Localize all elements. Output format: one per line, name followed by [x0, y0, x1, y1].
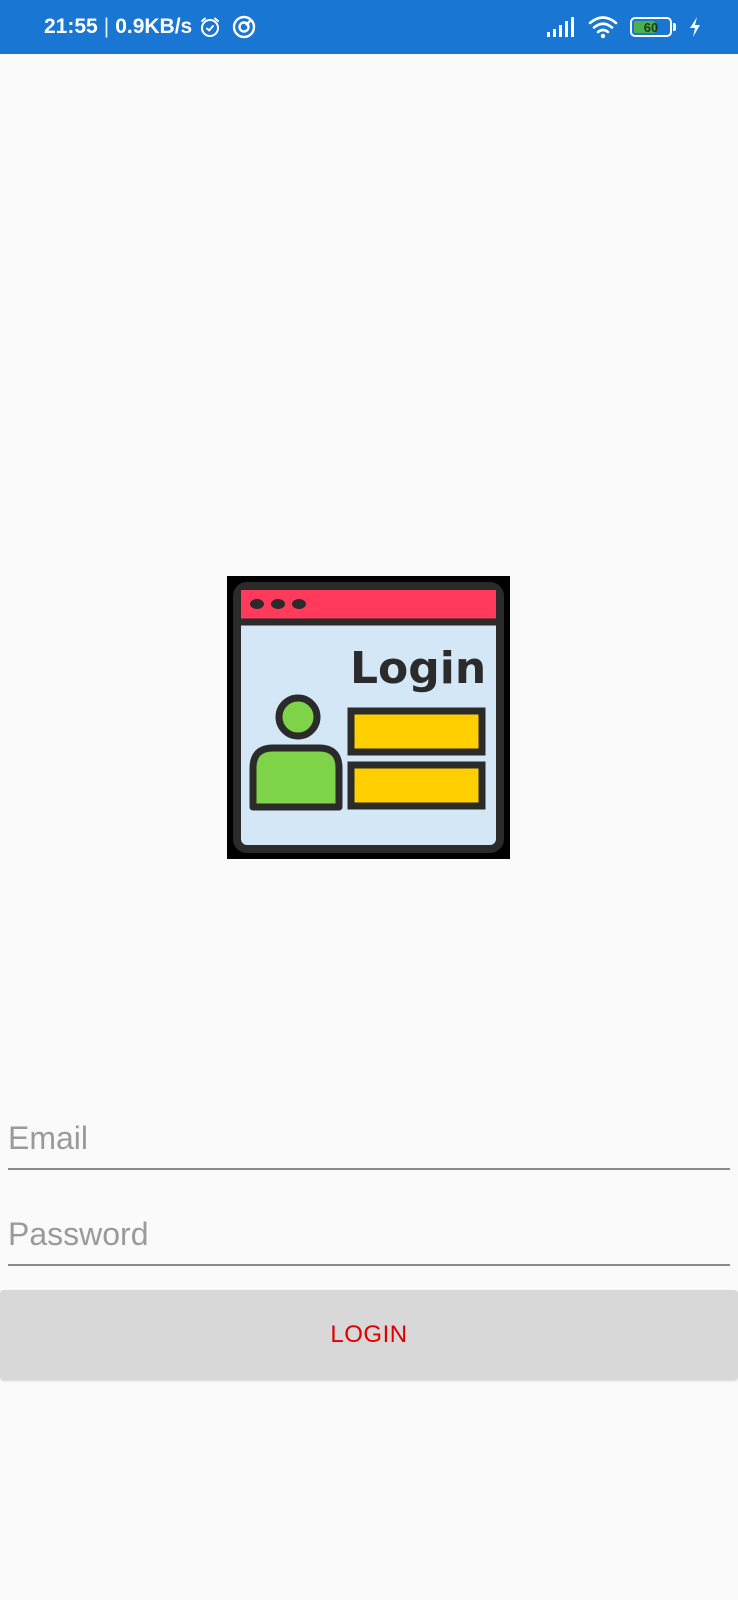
status-net-speed: 0.9KB/s [115, 15, 193, 38]
status-left: 21:55 | 0.9KB/s [44, 0, 256, 54]
status-bar: 21:55 | 0.9KB/s 60 [0, 0, 738, 54]
email-input[interactable] [8, 1110, 730, 1166]
login-illustration-icon: Login [227, 576, 510, 859]
password-input[interactable] [8, 1206, 730, 1262]
wifi-icon [588, 15, 618, 39]
battery-level: 60 [643, 19, 659, 35]
email-field[interactable] [8, 1110, 730, 1170]
charging-icon [688, 16, 702, 38]
signal-icon [546, 16, 576, 38]
alarm-icon [198, 15, 222, 39]
status-right: 60 [546, 0, 702, 54]
status-time: 21:55 [44, 15, 98, 38]
password-field[interactable] [8, 1206, 730, 1266]
logo-text: Login [350, 643, 486, 694]
login-button[interactable]: LOGIN [0, 1290, 738, 1380]
battery-icon: 60 [630, 17, 676, 37]
sync-icon [232, 15, 256, 39]
status-separator: | [103, 15, 110, 38]
